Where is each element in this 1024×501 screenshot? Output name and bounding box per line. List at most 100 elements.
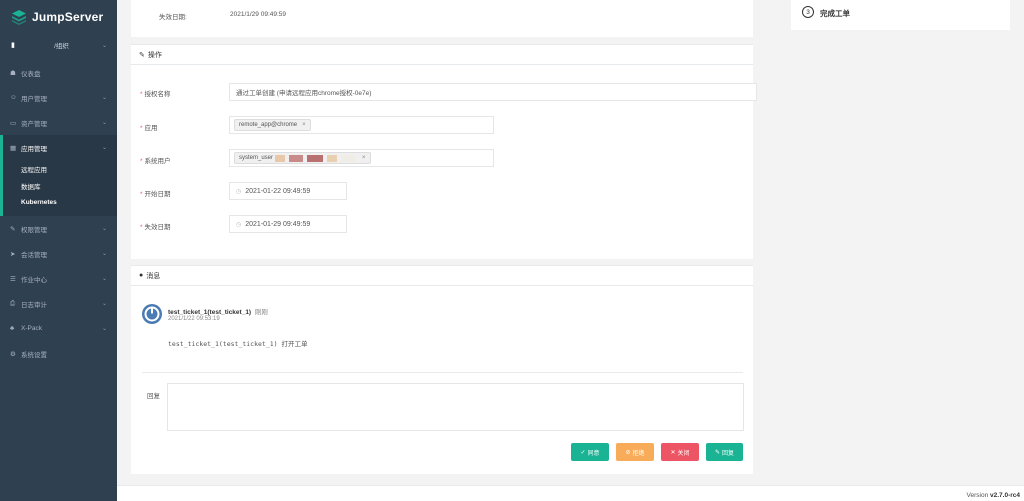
- chevron-down-icon: ⌄: [101, 120, 107, 126]
- redacted-block: [289, 154, 304, 162]
- close-icon: ✕: [670, 449, 676, 456]
- settings-icon: ⚙: [10, 350, 16, 358]
- reply-textarea[interactable]: [167, 383, 744, 431]
- message-body: test_ticket_1(test_ticket_1) 打开工单: [168, 340, 308, 348]
- jumpserver-logo-icon: [12, 10, 26, 25]
- chevron-down-icon: ⌄: [101, 145, 107, 151]
- main-content: 失效日期: 2021/1/29 09:49:59 3 完成工单 ✎ 操作 * 授权…: [117, 0, 1024, 501]
- application-tag: remote_app@chrome ×: [234, 119, 311, 131]
- start-date-value: 2021-01-22 09:49:59: [245, 187, 311, 195]
- sidebar-item-apps[interactable]: ▦ 应用管理 ⌄: [3, 135, 117, 160]
- messages-header: ● 消息: [131, 266, 753, 286]
- sidebar-item-xpack[interactable]: ♣ X-Pack ⌄: [0, 316, 117, 341]
- comments-icon: ●: [139, 272, 144, 279]
- auth-name-input[interactable]: 通过工单创建 (申请远程应用chrome授权-0e7e): [229, 83, 757, 101]
- divider: [142, 372, 743, 373]
- ops-icon: ☰: [10, 275, 16, 283]
- messages-title: 消息: [146, 272, 161, 280]
- sidebar-subitem[interactable]: 数据库: [3, 177, 117, 194]
- system-user-select[interactable]: system_user ×: [229, 149, 494, 167]
- version-footer: Version v2.7.0-rc4: [966, 492, 1021, 499]
- sidebar-item-perms[interactable]: ✎ 权限管理 ⌄: [0, 216, 117, 241]
- sidebar-subitem[interactable]: 远程应用: [3, 160, 117, 177]
- auth-name-value: 通过工单创建 (申请远程应用chrome授权-0e7e): [236, 90, 372, 97]
- sidebar-item-label: 应用管理: [21, 145, 47, 153]
- sidebar-item-label: 资产管理: [21, 120, 47, 128]
- approve-button[interactable]: ✓ 同意: [571, 443, 609, 461]
- chevron-down-icon: ⌄: [101, 226, 107, 232]
- ticket-info-panel: 失效日期: 2021/1/29 09:49:59: [131, 0, 753, 37]
- reply-label: 回复: [147, 393, 160, 400]
- chevron-down-icon: ⌄: [101, 276, 107, 282]
- chevron-down-icon: ⌄: [101, 95, 107, 101]
- tag-remove-icon[interactable]: ×: [362, 155, 366, 161]
- operations-title: 操作: [147, 51, 162, 59]
- close-button[interactable]: ✕ 关闭: [661, 443, 699, 461]
- tag-remove-icon[interactable]: ×: [302, 122, 306, 128]
- step-number-badge: 3: [802, 6, 814, 18]
- xpack-icon: ♣: [10, 325, 15, 332]
- start-date-picker[interactable]: ◷ 2021-01-22 09:49:59: [229, 182, 347, 200]
- avatar: [142, 304, 162, 324]
- application-label: * 应用: [140, 125, 158, 132]
- check-icon: ✓: [580, 449, 586, 456]
- perms-icon: ✎: [10, 225, 16, 233]
- message-time: 2021/1/22 09:53:19: [168, 316, 220, 322]
- expire-label: 失效日期:: [159, 14, 187, 21]
- org-selector[interactable]: ▮ /组织 ⌄: [0, 34, 117, 56]
- edit-icon: ✎: [139, 51, 145, 59]
- sidebar-item-label: 系统设置: [21, 351, 47, 359]
- apps-icon: ▦: [10, 144, 17, 152]
- messages-panel: ● 消息 test_ticket_1(test_ticket_1) 刚刚 202…: [131, 265, 753, 474]
- start-date-label: * 开始日期: [140, 191, 171, 198]
- footer-bar: [117, 485, 1024, 501]
- sidebar-item-audit[interactable]: ⎙ 日志审计 ⌄: [0, 291, 117, 316]
- expire-date-value: 2021-01-29 09:49:59: [245, 220, 311, 228]
- auth-name-label: * 授权名称: [140, 91, 171, 98]
- users-icon: ☺: [10, 94, 17, 101]
- operations-panel: ✎ 操作 * 授权名称 通过工单创建 (申请远程应用chrome授权-0e7e) …: [131, 44, 757, 259]
- sidebar-item-dashboard[interactable]: ☗ 仪表盘: [0, 60, 117, 85]
- audit-icon: ⎙: [10, 299, 16, 307]
- chevron-down-icon: ⌄: [101, 326, 107, 332]
- expire-date-picker[interactable]: ◷ 2021-01-29 09:49:59: [229, 215, 347, 233]
- sidebar-item-sessions[interactable]: ➤ 会话管理 ⌄: [0, 241, 117, 266]
- system-user-tag: system_user ×: [234, 152, 371, 164]
- sidebar-item-assets[interactable]: ▭ 资产管理 ⌄: [0, 110, 117, 135]
- operations-header: ✎ 操作: [131, 45, 753, 65]
- bookmark-icon: ▮: [11, 42, 15, 49]
- reject-icon: ⊘: [625, 449, 631, 456]
- redacted-block: [275, 154, 286, 162]
- steps-panel: 3 完成工单: [791, 0, 1010, 30]
- message-author: test_ticket_1(test_ticket_1) 刚刚: [168, 309, 268, 316]
- sidebar-item-label: 权限管理: [21, 226, 47, 234]
- sidebar-item-ops[interactable]: ☰ 作业中心 ⌄: [0, 266, 117, 291]
- sidebar-item-label: X-Pack: [21, 325, 42, 332]
- sidebar-item-label: 仪表盘: [21, 70, 41, 78]
- clock-icon: ◷: [236, 188, 242, 195]
- brand-name: JumpServer: [32, 10, 104, 24]
- sidebar-item-users[interactable]: ☺ 用户管理 ⌄: [0, 85, 117, 110]
- redacted-block: [341, 154, 356, 162]
- dashboard-icon: ☗: [10, 69, 16, 77]
- sidebar-group-apps: ▦ 应用管理 ⌄ 远程应用 数据库 Kubernetes: [0, 135, 117, 216]
- reply-button[interactable]: ✎ 回复: [706, 443, 743, 461]
- sidebar-subitem[interactable]: Kubernetes: [3, 194, 117, 211]
- chevron-down-icon: ⌄: [101, 42, 107, 49]
- sidebar: JumpServer ▮ /组织 ⌄ ☗ 仪表盘 ☺ 用户管理 ⌄ ▭ 资产管理 ⌄ ▦ 应用管理…: [0, 0, 117, 501]
- expire-value: 2021/1/29 09:49:59: [230, 11, 287, 18]
- step-label: 完成工单: [820, 9, 850, 18]
- sidebar-item-label: 日志审计: [21, 301, 47, 309]
- brand[interactable]: JumpServer: [0, 0, 117, 34]
- reject-button[interactable]: ⊘ 拒绝: [616, 443, 654, 461]
- assets-icon: ▭: [10, 119, 17, 127]
- system-user-label: * 系统用户: [140, 158, 171, 165]
- sidebar-item-label: 用户管理: [21, 95, 47, 103]
- redacted-block: [327, 154, 338, 162]
- sidebar-item-label: 会话管理: [21, 251, 47, 259]
- redacted-block: [307, 154, 324, 162]
- chevron-down-icon: ⌄: [101, 301, 107, 307]
- pencil-icon: ✎: [714, 449, 720, 456]
- sidebar-item-settings[interactable]: ⚙ 系统设置: [0, 341, 117, 366]
- application-select[interactable]: remote_app@chrome ×: [229, 116, 494, 134]
